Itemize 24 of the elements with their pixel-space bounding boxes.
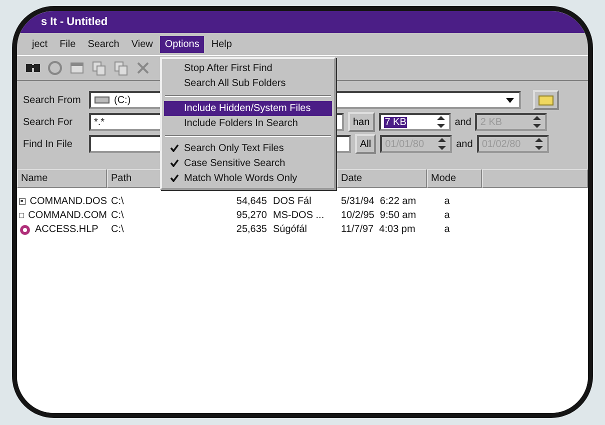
table-cell-text: 95,270 bbox=[235, 208, 267, 222]
table-cell-text: C:\ bbox=[110, 194, 125, 208]
table-cell-text: a bbox=[443, 222, 451, 236]
table-cell-text: 54,645 bbox=[235, 194, 267, 208]
size-min-field-value: 7 KB bbox=[384, 116, 408, 128]
field-label: and bbox=[456, 138, 473, 152]
table-cell-text: a bbox=[443, 208, 451, 222]
field-label: Search From bbox=[23, 94, 82, 108]
table-cell-text: 10/2/95 9:50 am bbox=[340, 208, 418, 222]
field-label: Search For bbox=[23, 116, 74, 130]
table-cell-text: MS-DOS ... bbox=[272, 208, 326, 222]
table-cell-text: ACCESS.HLP bbox=[35, 222, 98, 236]
table-cell-text: DOS Fál bbox=[272, 194, 312, 208]
field-label: Find In File bbox=[23, 138, 74, 152]
table-cell-text: COMMAND.COM bbox=[28, 208, 107, 222]
table-cell-text: COMMAND.DOS bbox=[30, 194, 107, 208]
table-cell-text: a bbox=[443, 194, 451, 208]
table-cell-text: 11/7/97 4:03 pm bbox=[340, 222, 416, 236]
table-cell-text: Súgófál bbox=[272, 222, 308, 236]
table-cell-text: C:\ bbox=[110, 222, 125, 236]
table-cell-text: C:\ bbox=[110, 208, 125, 222]
table-cell-text: 25,635 bbox=[235, 222, 267, 236]
field-label: and bbox=[454, 116, 472, 130]
table-cell-text: 5/31/94 6:22 am bbox=[340, 194, 418, 208]
